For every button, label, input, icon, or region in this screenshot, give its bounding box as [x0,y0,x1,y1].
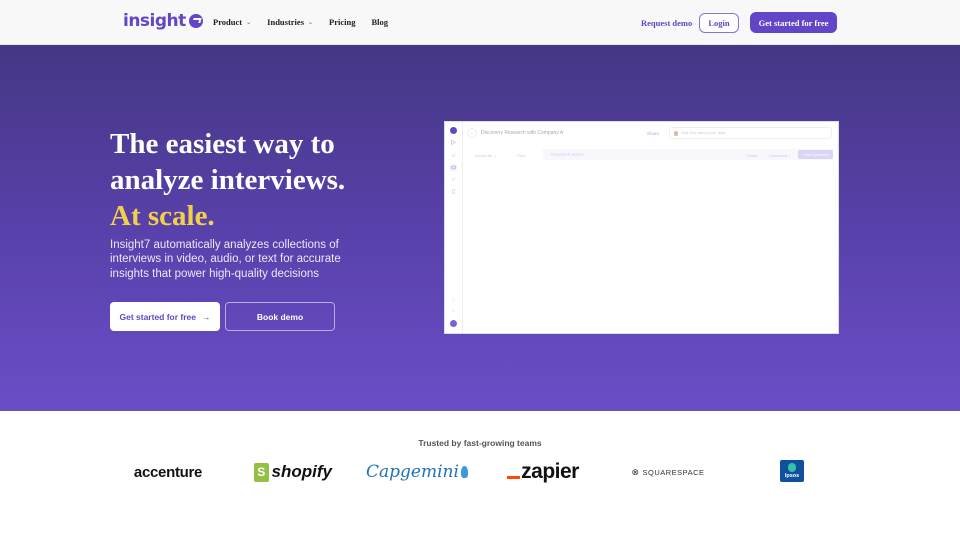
share-link: Share [647,131,660,136]
play-icon: ▷ [451,140,456,146]
app-sidebar: ▷ ⌂ ▭ ○ ▯ ◌ ᵕ [445,122,463,333]
capgemini-wordmark: Capgemini [366,462,459,482]
zapier-wordmark: zapier [521,460,579,483]
hero-title: The easiest way to analyze interviews. A… [110,126,345,234]
arrow-right-icon: → [202,311,211,322]
accenture-logo: accenture [133,463,203,481]
avatar-icon [450,320,457,327]
chevron-down-icon: ⌄ [246,19,252,26]
logo-text: insight [123,11,186,31]
chevron-down-icon: ⌄ [308,19,314,26]
nav-pricing[interactable]: Pricing [329,17,355,27]
project-title: Discovery Research with Company A [481,130,564,136]
folder-icon: ▭ [450,164,457,171]
insight7-logo[interactable]: insight [123,11,203,31]
search-icon: ○ [451,176,456,183]
import-file-dropdown: Import file ⌄ [475,153,498,158]
squarespace-wordmark: SQUARESPACE [642,467,705,477]
research-matrix-tab: Research Matrix [551,152,584,157]
squarespace-knot-icon: ⊗ [631,466,640,477]
book-demo-button[interactable]: Book demo [225,302,335,331]
zapier-logo: zapier [504,459,582,485]
get-started-nav-button[interactable]: Get started for free [750,12,837,33]
download-dropdown: Download ⌄ [769,153,792,158]
hero-title-line2: analyze interviews. [110,164,346,196]
hero-subtitle: Insight7 automatically analyzes collecti… [110,239,341,280]
app-logo-icon [450,127,457,134]
zapier-underscore-icon [507,476,521,479]
squarespace-logo: ⊗ SQUARESPACE [631,459,705,485]
nav-product[interactable]: Product ⌄ [213,17,251,27]
capgemini-logo: Capgemini [366,459,468,485]
get-started-label: Get started for free [119,311,197,322]
capgemini-spade-icon [460,466,468,478]
app-preview-screenshot: ▷ ⌂ ▭ ○ ▯ ◌ ᵕ ← Discovery Research with … [444,121,839,334]
back-icon: ← [467,128,477,138]
hero-title-line1: The easiest way to [110,128,335,160]
login-button[interactable]: Login [699,13,739,33]
app-header: ← Discovery Research with Company A [467,128,563,138]
shopify-logo: Sshopify [254,459,332,485]
nav-product-label: Product [213,17,243,27]
ipsos-wordmark: Ipsos [784,473,800,479]
document-icon: ▯ [451,189,456,195]
settings-icon: ◌ [451,296,456,303]
get-started-button[interactable]: Get started for free → [110,302,220,331]
nav-blog[interactable]: Blog [371,17,388,27]
shopify-wordmark: shopify [271,462,332,481]
ask-question-button: + Ask Question [798,150,833,159]
request-demo-link[interactable]: Request demo [641,18,692,28]
shopify-bag-icon: S [254,462,269,482]
share-button: Share [747,153,758,158]
app-toolbar: Import file ⌄ Files Research Matrix Shar… [467,149,833,160]
nav-industries[interactable]: Industries ⌄ [267,17,313,27]
home-icon: ⌂ [451,152,456,159]
trusted-heading: Trusted by fast-growing teams [418,438,542,448]
ipsos-logo: Ipsos [780,460,804,482]
hero-title-highlight: At scale. [110,200,215,232]
ask-input: Ask Sex about your data [669,127,832,139]
top-nav: insight Product ⌄ Industries ⌄ Pricing Blo… [0,0,960,45]
nav-industries-label: Industries [267,17,304,27]
files-tab: Files [517,153,526,158]
nav-links: Product ⌄ Industries ⌄ Pricing Blog [213,17,388,27]
help-icon: ᵕ [452,308,455,315]
logo-seven-icon [188,14,203,28]
